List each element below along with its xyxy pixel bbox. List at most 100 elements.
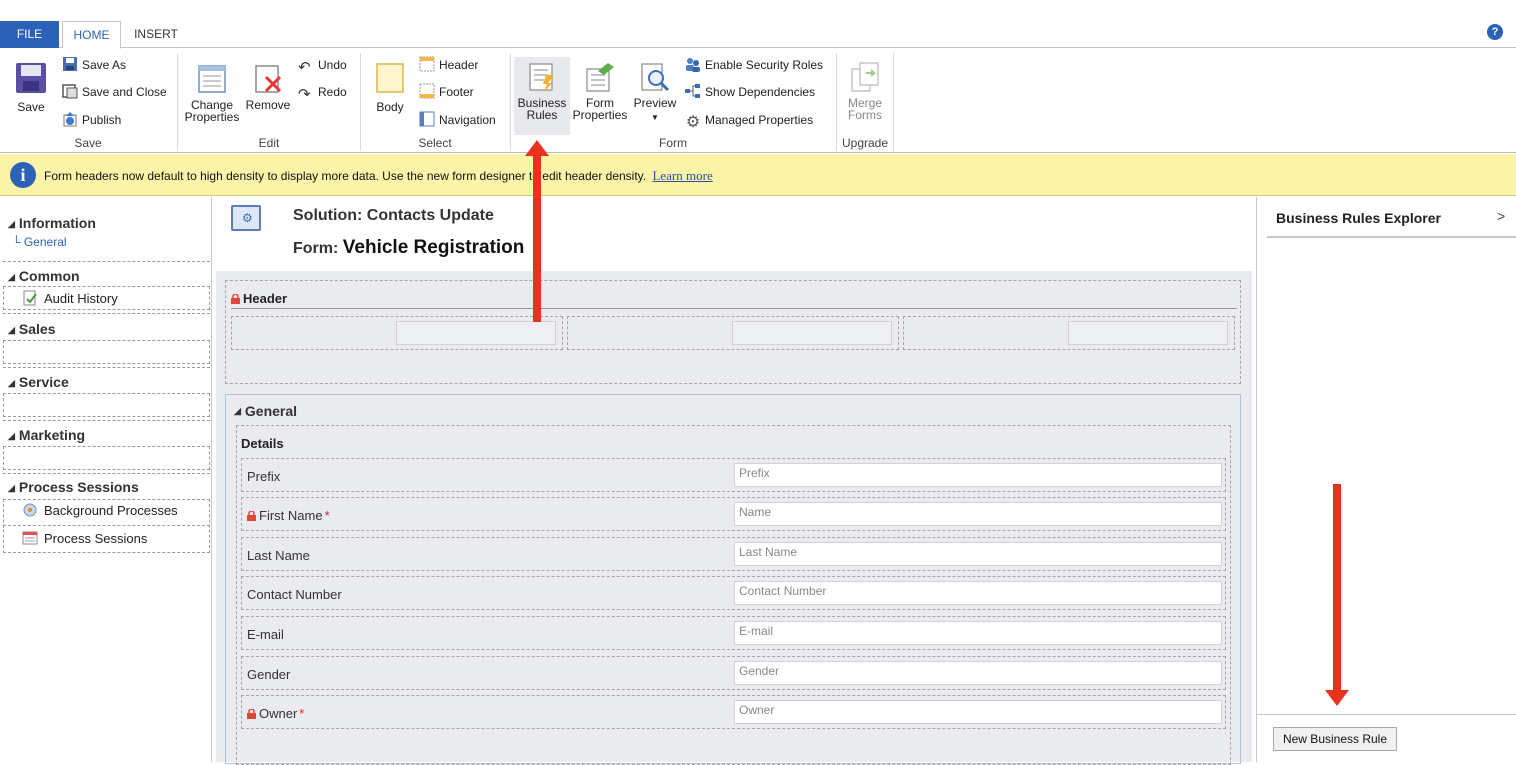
solution-name: Contacts Update <box>366 207 494 224</box>
notification-message: Form headers now default to high density… <box>44 168 713 184</box>
nav-item-label: Process Sessions <box>44 531 148 546</box>
save-as-icon <box>63 57 77 71</box>
save-and-close-button[interactable]: Save and Close <box>62 82 167 102</box>
field-row-owner[interactable]: Owner * Owner <box>241 695 1226 729</box>
general-tab-section[interactable]: ◢ General Details Prefix Prefix First Nam… <box>225 394 1241 765</box>
footer-icon <box>419 83 435 99</box>
change-properties-button[interactable]: Change Properties <box>184 63 240 123</box>
divider <box>3 420 210 421</box>
nav-item-background-processes[interactable]: Background Processes <box>22 502 178 518</box>
header-field-placeholder <box>732 321 892 345</box>
navigation-label: Navigation <box>439 113 496 127</box>
field-row-first-name[interactable]: First Name * Name <box>241 497 1226 531</box>
process-sessions-icon <box>22 531 38 545</box>
field-input-last-name[interactable]: Last Name <box>734 542 1222 566</box>
chevron-right-icon[interactable]: > <box>1497 208 1505 224</box>
gear-icon: ⚙ <box>685 114 701 131</box>
field-label: Contact Number <box>247 587 342 602</box>
field-input-email[interactable]: E-mail <box>734 621 1222 645</box>
field-label: First Name * <box>247 508 330 523</box>
field-row-gender[interactable]: Gender Gender <box>241 656 1226 690</box>
details-section[interactable]: Details Prefix Prefix First Name * Name L… <box>236 425 1231 765</box>
remove-button[interactable]: Remove <box>244 63 292 111</box>
form-properties-button[interactable]: Form Properties <box>571 61 629 121</box>
info-icon: i <box>10 162 36 188</box>
change-properties-label-line2: Properties <box>184 110 240 124</box>
required-indicator: * <box>299 706 305 721</box>
divider <box>231 308 1237 309</box>
publish-icon <box>63 112 77 127</box>
nav-group-information[interactable]: ◢ Information <box>8 215 96 231</box>
preview-button[interactable]: Preview ▼ <box>631 61 679 124</box>
save-and-close-label: Save and Close <box>82 85 167 99</box>
navigation-button[interactable]: Navigation <box>419 110 496 130</box>
field-row-prefix[interactable]: Prefix Prefix <box>241 458 1226 492</box>
undo-button[interactable]: ↶ Undo <box>298 55 347 76</box>
nav-group-process-sessions[interactable]: ◢ Process Sessions <box>8 479 139 495</box>
remove-icon <box>255 65 282 93</box>
header-cell[interactable] <box>903 316 1235 350</box>
field-input-first-name[interactable]: Name <box>734 502 1222 526</box>
redo-button[interactable]: ↷ Redo <box>298 82 347 103</box>
learn-more-link[interactable]: Learn more <box>652 168 712 183</box>
tab-insert[interactable]: INSERT <box>127 21 185 48</box>
header-field-placeholder <box>396 321 556 345</box>
save-as-label: Save As <box>82 58 127 72</box>
business-rules-button[interactable]: Business Rules <box>514 57 570 135</box>
background-processes-icon <box>23 503 37 517</box>
nav-group-common[interactable]: ◢ Common <box>8 268 80 284</box>
tab-home[interactable]: HOME <box>62 21 121 49</box>
nav-item-general[interactable]: └ General <box>12 235 67 249</box>
header-cell[interactable] <box>567 316 899 350</box>
body-icon <box>376 63 404 93</box>
footer-button[interactable]: Footer <box>419 82 474 102</box>
nav-group-marketing[interactable]: ◢ Marketing <box>8 427 85 443</box>
ribbon: Save Save As Save and Close Publish Save… <box>0 49 1516 153</box>
nav-group-service[interactable]: ◢ Service <box>8 374 69 390</box>
save-and-close-icon <box>62 84 78 99</box>
tab-file[interactable]: FILE <box>0 21 59 48</box>
dependencies-icon <box>685 84 700 98</box>
publish-button[interactable]: Publish <box>62 110 121 130</box>
header-cell[interactable] <box>231 316 563 350</box>
field-label: Prefix <box>247 469 280 484</box>
solution-prefix: Solution: <box>293 207 363 224</box>
collapse-triangle-icon: ◢ <box>8 219 15 229</box>
notification-bar: i Form headers now default to high densi… <box>0 154 1516 196</box>
save-button[interactable]: Save <box>8 61 54 113</box>
nav-group-label: Common <box>18 268 80 284</box>
red-arrow-up-icon <box>525 140 549 322</box>
header-button[interactable]: Header <box>419 55 478 75</box>
nav-item-box <box>3 446 210 470</box>
new-business-rule-button[interactable]: New Business Rule <box>1273 727 1397 751</box>
body-button[interactable]: Body <box>368 61 412 113</box>
form-name: Vehicle Registration <box>342 237 525 258</box>
merge-forms-button[interactable]: Merge Forms <box>840 61 890 121</box>
field-row-last-name[interactable]: Last Name Last Name <box>241 537 1226 571</box>
nav-item-label: Background Processes <box>44 503 178 518</box>
header-section-label: Header <box>231 291 287 306</box>
show-dependencies-button[interactable]: Show Dependencies <box>685 82 815 102</box>
header-label: Header <box>439 58 479 72</box>
managed-properties-button[interactable]: ⚙ Managed Properties <box>685 110 813 131</box>
form-group-label: Form <box>659 136 687 150</box>
nav-group-sales[interactable]: ◢ Sales <box>8 321 56 337</box>
nav-item-audit-history[interactable]: Audit History <box>22 290 118 306</box>
nav-item-label: Audit History <box>44 291 118 306</box>
form-header-section[interactable]: Header <box>225 280 1241 384</box>
field-input-prefix[interactable]: Prefix <box>734 463 1222 487</box>
field-input-owner[interactable]: Owner <box>734 700 1222 724</box>
field-label: Last Name <box>247 548 310 563</box>
help-icon[interactable]: ? <box>1487 24 1503 40</box>
show-dependencies-label: Show Dependencies <box>705 85 816 99</box>
field-row-email[interactable]: E-mail E-mail <box>241 616 1226 650</box>
field-label-text: Gender <box>247 667 291 682</box>
field-label-text: Owner <box>259 706 298 721</box>
field-row-contact-number[interactable]: Contact Number Contact Number <box>241 576 1226 610</box>
enable-security-roles-button[interactable]: Enable Security Roles <box>685 55 823 75</box>
field-input-gender[interactable]: Gender <box>734 661 1222 685</box>
field-label-text: Last Name <box>247 548 310 563</box>
save-as-button[interactable]: Save As <box>62 55 126 75</box>
nav-item-process-sessions[interactable]: Process Sessions <box>22 530 147 546</box>
field-input-contact-number[interactable]: Contact Number <box>734 581 1222 605</box>
